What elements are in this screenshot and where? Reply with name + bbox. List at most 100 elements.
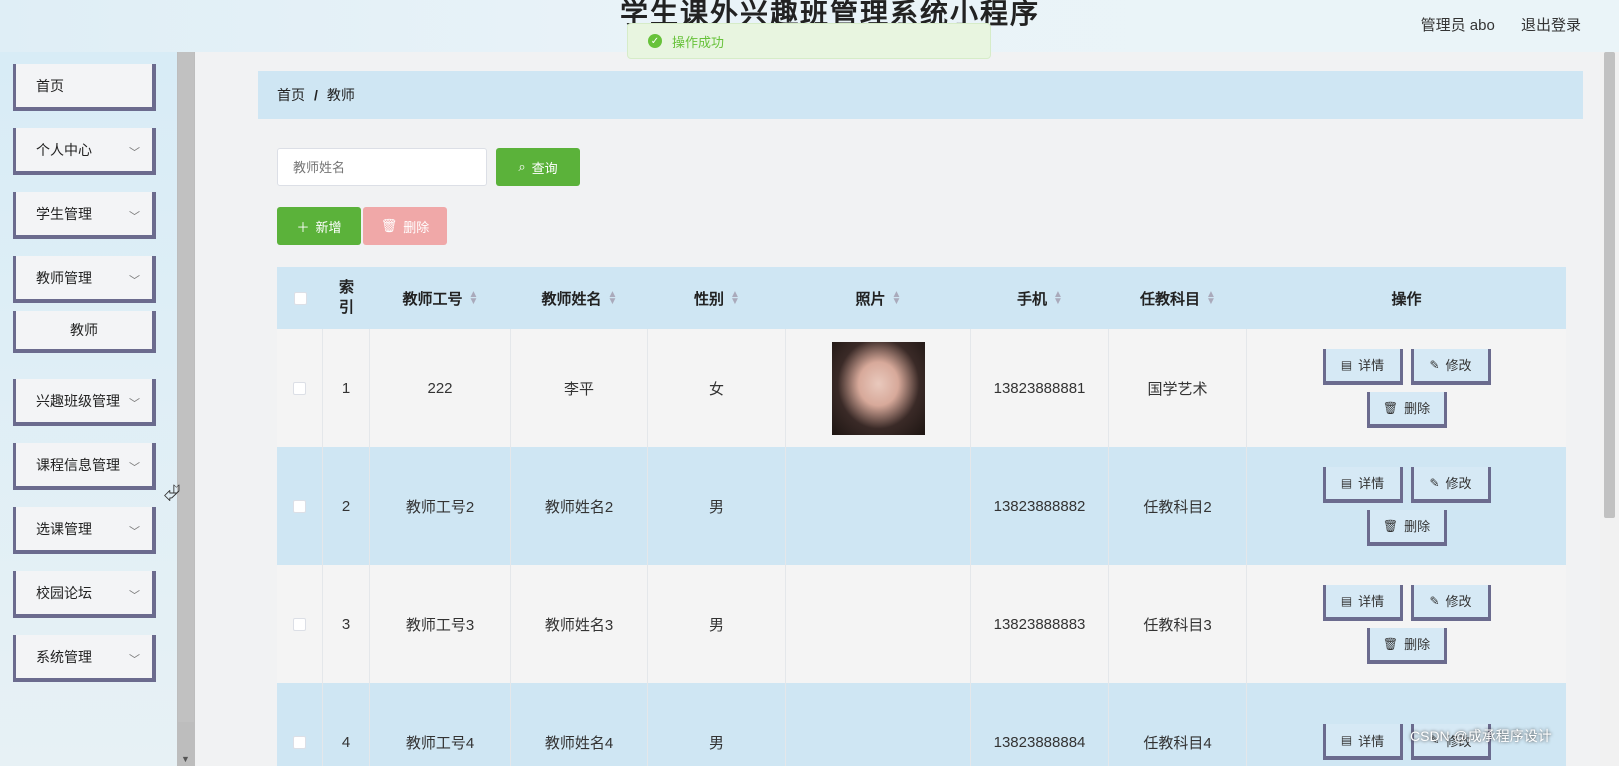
sidebar-item-personal-center[interactable]: 个人中心 ﹀ [13, 128, 156, 175]
sidebar-scrollbar-thumb[interactable] [178, 52, 194, 722]
sort-icon[interactable]: ▲ ▼ [730, 290, 740, 307]
header-teacher-no[interactable]: 教师工号 ▲ ▼ [370, 267, 511, 329]
row-checkbox[interactable] [293, 499, 306, 513]
cell-teacher-name: 教师姓名2 [511, 447, 648, 565]
chevron-down-icon: ﹀ [129, 211, 140, 223]
sidebar-item-student-management[interactable]: 学生管理 ﹀ [13, 192, 156, 239]
user-area: 管理员 abo 退出登录 [1399, 14, 1581, 35]
sidebar-subitem-teacher[interactable]: 教师 [13, 311, 156, 353]
chevron-down-icon: ﹀ [129, 398, 140, 410]
plus-icon: ＋ [296, 219, 310, 235]
header-subject[interactable]: 任教科目 ▲ ▼ [1109, 267, 1247, 329]
pencil-icon: ✎ [1429, 593, 1440, 608]
pencil-icon: ✎ [1429, 475, 1440, 490]
document-icon: ▤ [1340, 593, 1353, 608]
trash-icon: 🗑 [1382, 636, 1399, 651]
sidebar-item-course-selection[interactable]: 选课管理 ﹀ [13, 507, 156, 554]
cell-teacher-no: 教师工号3 [370, 565, 511, 683]
cell-gender: 男 [648, 565, 786, 683]
edit-button-label: 修改 [1445, 476, 1472, 491]
cell-photo [786, 329, 971, 447]
detail-button-label: 详情 [1358, 594, 1385, 609]
success-toast: ✓ 操作成功 [627, 23, 991, 59]
table-row: 1 222 李平 女 13823888881 国学艺术 ▤ 详情 ✎ 修改 🗑 删除 [277, 329, 1566, 447]
sidebar-item-forum[interactable]: 校园论坛 ﹀ [13, 571, 156, 618]
sidebar-item-class-management[interactable]: 兴趣班级管理 ﹀ [13, 379, 156, 426]
cell-teacher-no: 教师工号4 [370, 683, 511, 766]
cell-teacher-no: 222 [370, 329, 511, 447]
delete-button-label: 删除 [1404, 401, 1431, 416]
edit-button[interactable]: ✎ 修改 [1410, 348, 1491, 385]
sort-icon[interactable]: ▲ ▼ [892, 290, 902, 307]
sort-icon[interactable]: ▲ ▼ [1053, 290, 1063, 307]
logout-button[interactable]: 退出登录 [1521, 17, 1581, 34]
page-scrollbar-thumb[interactable] [1604, 52, 1615, 518]
detail-button-label: 详情 [1358, 358, 1385, 373]
cell-index: 3 [323, 565, 370, 683]
search-icon: ⌕ [518, 159, 526, 174]
sidebar-item-label: 校园论坛 [36, 584, 92, 601]
delete-button[interactable]: 🗑 删除 [1366, 391, 1447, 428]
scroll-down-arrow-icon[interactable]: ▼ [181, 754, 190, 764]
sidebar-item-teacher-management[interactable]: 教师管理 ﹀ [13, 256, 156, 303]
table-header-row: 索引 教师工号 ▲ ▼ 教师姓名 ▲ ▼ 性别 ▲ ▼ 照片 ▲ ▼ 手机 ▲ ▼ 任教科目 ▲ ▼ 操… [277, 267, 1566, 329]
sidebar-item-label: 教师 [70, 322, 98, 338]
add-button[interactable]: ＋ 新增 [277, 207, 361, 245]
pencil-icon: ✎ [1429, 357, 1440, 372]
cell-teacher-name: 教师姓名4 [511, 683, 648, 766]
header-gender-label: 性别 [694, 290, 725, 308]
cell-phone: 13823888881 [971, 329, 1109, 447]
detail-button[interactable]: ▤ 详情 [1322, 724, 1403, 760]
sidebar-item-course-management[interactable]: 课程信息管理 ﹀ [13, 443, 156, 490]
add-button-label: 新增 [315, 219, 342, 235]
cell-phone: 13823888884 [971, 683, 1109, 766]
check-circle-icon: ✓ [648, 34, 662, 48]
edit-button[interactable]: ✎ 修改 [1410, 584, 1491, 621]
detail-button[interactable]: ▤ 详情 [1322, 584, 1403, 621]
toast-message: 操作成功 [672, 34, 725, 50]
header-gender[interactable]: 性别 ▲ ▼ [648, 267, 786, 329]
delete-button[interactable]: 🗑 删除 [1366, 509, 1447, 546]
sort-icon[interactable]: ▲ ▼ [1206, 290, 1216, 307]
batch-delete-button[interactable]: 🗑 删除 [363, 207, 447, 245]
teacher-table: 索引 教师工号 ▲ ▼ 教师姓名 ▲ ▼ 性别 ▲ ▼ 照片 ▲ ▼ 手机 ▲ ▼ 任教科目 ▲ ▼ 操… [277, 267, 1566, 766]
select-all-checkbox[interactable] [293, 291, 307, 305]
sidebar-item-label: 兴趣班级管理 [36, 392, 120, 409]
header-phone-label: 手机 [1017, 290, 1048, 308]
breadcrumb-home[interactable]: 首页 [277, 85, 305, 105]
main-content: 首页 / 教师 ⌕ 查询 ＋ 新增 🗑 删除 索引 教师工号 ▲▼ 教师姓名 ▲▼ … [195, 52, 1600, 766]
cell-index: 2 [323, 447, 370, 565]
cell-subject: 国学艺术 [1109, 329, 1247, 447]
detail-button[interactable]: ▤ 详情 [1322, 466, 1403, 503]
detail-button-label: 详情 [1358, 733, 1385, 749]
sort-icon[interactable]: ▲ ▼ [469, 290, 479, 307]
row-select-cell [277, 683, 323, 766]
query-button[interactable]: ⌕ 查询 [496, 148, 580, 186]
sidebar-item-home[interactable]: 首页 [13, 64, 156, 111]
sort-icon[interactable]: ▲ ▼ [608, 290, 618, 307]
table-row: 3 教师工号3 教师姓名3 男 13823888883 任教科目3 ▤ 详情 ✎ 修… [277, 565, 1566, 683]
row-checkbox[interactable] [293, 735, 306, 749]
cell-index: 1 [323, 329, 370, 447]
row-checkbox[interactable] [293, 617, 306, 631]
delete-button-label: 删除 [1404, 637, 1431, 652]
row-checkbox[interactable] [293, 381, 306, 395]
delete-button[interactable]: 🗑 删除 [1366, 627, 1447, 664]
detail-button-label: 详情 [1358, 476, 1385, 491]
cell-subject: 任教科目3 [1109, 565, 1247, 683]
detail-button[interactable]: ▤ 详情 [1322, 348, 1403, 385]
edit-button-label: 修改 [1445, 358, 1472, 373]
header-phone[interactable]: 手机 ▲ ▼ [971, 267, 1109, 329]
user-label[interactable]: 管理员 abo [1421, 17, 1495, 34]
cell-actions: ▤ 详情 ✎ 修改 🗑 删除 [1247, 447, 1566, 565]
teacher-photo[interactable] [831, 341, 925, 435]
table-row: 2 教师工号2 教师姓名2 男 13823888882 任教科目2 ▤ 详情 ✎ 修… [277, 447, 1566, 565]
header-photo-label: 照片 [855, 290, 886, 308]
cell-gender: 女 [648, 329, 786, 447]
sidebar-item-system[interactable]: 系统管理 ﹀ [13, 635, 156, 682]
chevron-down-icon: ﹀ [129, 462, 140, 474]
edit-button[interactable]: ✎ 修改 [1410, 466, 1491, 503]
header-teacher-name[interactable]: 教师姓名 ▲ ▼ [511, 267, 648, 329]
teacher-name-search-input[interactable] [277, 148, 487, 186]
header-photo[interactable]: 照片 ▲ ▼ [786, 267, 971, 329]
